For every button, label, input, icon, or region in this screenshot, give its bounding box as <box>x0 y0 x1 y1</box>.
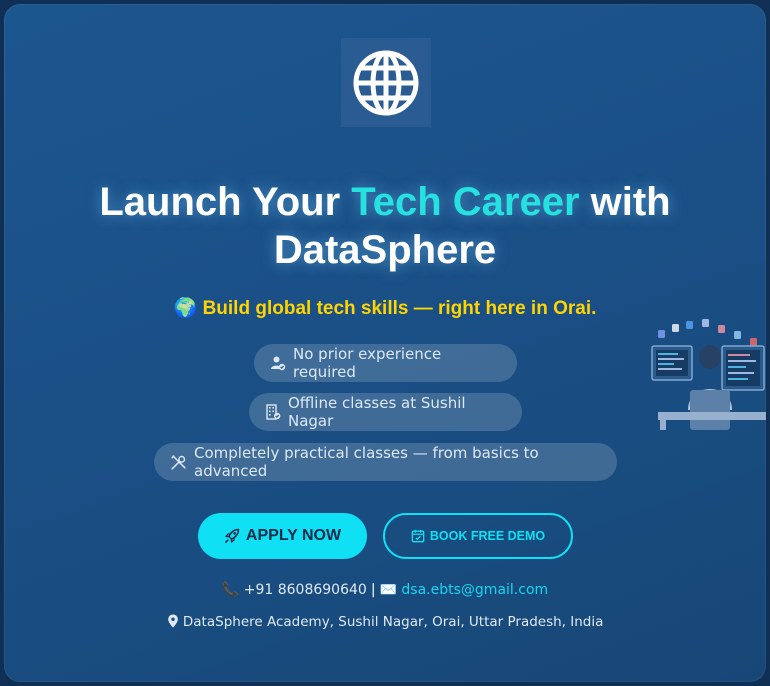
email-link[interactable]: dsa.ebts@gmail.com <box>401 582 548 598</box>
envelope-icon: ✉️ <box>379 582 397 598</box>
developer-illustration <box>651 319 766 430</box>
page-title: Launch Your Tech Career with DataSphere <box>4 178 766 274</box>
user-check-icon <box>271 356 286 371</box>
subtitle-text: Build global tech skills — right here in… <box>202 298 597 319</box>
rocket-icon <box>224 528 240 543</box>
apply-now-label: APPLY NOW <box>245 527 342 544</box>
globe-emoji-icon: 🌍 <box>173 298 198 319</box>
contact-separator: | <box>370 582 376 598</box>
map-pin-icon <box>167 614 178 628</box>
address-text: DataSphere Academy, Sushil Nagar, Orai, … <box>182 614 604 630</box>
tools-icon <box>171 454 186 470</box>
phone-icon: 📞 <box>221 582 240 598</box>
calendar-check-icon <box>411 529 425 543</box>
book-free-demo-button[interactable]: BOOK FREE DEMO <box>383 513 573 559</box>
address-line: DataSphere Academy, Sushil Nagar, Orai, … <box>4 614 766 630</box>
title-part-1: Launch Your <box>99 180 352 224</box>
feature-pill-experience: No prior experience required <box>254 344 517 382</box>
hero-card: Launch Your Tech Career with DataSphere … <box>4 4 766 682</box>
feature-pill-practical: Completely practical classes — from basi… <box>154 443 617 481</box>
feature-pill-offline: Offline classes at Sushil Nagar <box>249 393 522 431</box>
phone-number[interactable]: +91 8608690640 <box>244 582 367 598</box>
building-icon <box>266 404 281 420</box>
contact-line: 📞 +91 8608690640 | ✉️ dsa.ebts@gmail.com <box>4 582 766 598</box>
globe-icon <box>353 50 419 115</box>
book-free-demo-label: BOOK FREE DEMO <box>429 529 546 543</box>
logo <box>341 38 431 127</box>
title-accent: Tech Career <box>351 180 580 224</box>
feature-label: Completely practical classes — from basi… <box>194 444 539 480</box>
apply-now-button[interactable]: APPLY NOW <box>198 513 367 559</box>
feature-label: No prior experience required <box>293 345 442 381</box>
feature-label: Offline classes at Sushil Nagar <box>288 394 466 430</box>
